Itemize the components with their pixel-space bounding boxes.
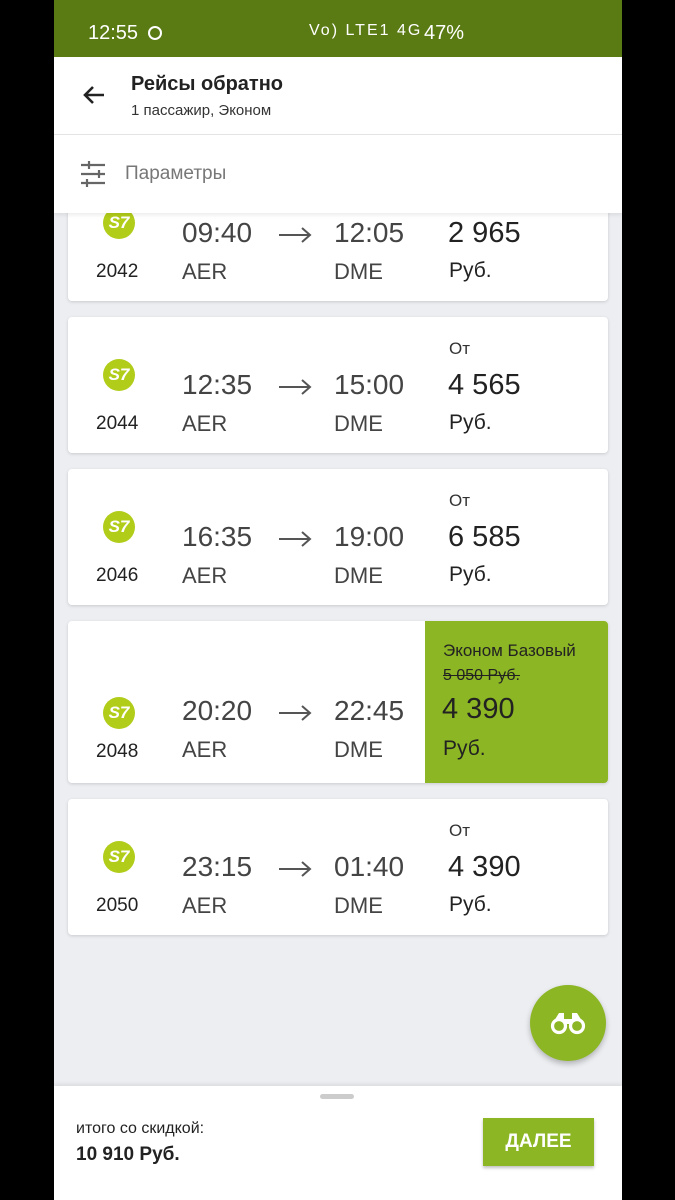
airline-logo: S7 [103, 697, 135, 729]
arrival-airport: DME [334, 563, 383, 588]
old-price: 5 050 Руб. [443, 667, 520, 684]
summary-panel: итого со скидкой: 10 910 Руб. ДАЛЕЕ [54, 1086, 622, 1200]
flight-number: 2046 [96, 565, 139, 586]
battery-level: 47% [424, 22, 465, 44]
departure-airport: AER [182, 259, 228, 284]
departure-airport: AER [182, 737, 228, 762]
sliders-icon [81, 161, 105, 187]
status-indicators: Vo) LTE1 4G [309, 22, 423, 39]
price: 6 585 [448, 521, 521, 553]
price-from-label: От [449, 339, 471, 358]
app-screen: 12:55 Vo) LTE1 4G 47% Рейсы обратно 1 па… [54, 0, 622, 1200]
arrival-time: 12:05 [334, 217, 405, 248]
departure-time: 09:40 [182, 217, 253, 248]
sync-icon [148, 26, 162, 40]
app-header: Рейсы обратно 1 пассажир, Эконом [54, 57, 622, 135]
flight-card-selected[interactable]: S7 2048 20:20 22:45 AER DME Эконом Базов… [68, 621, 608, 783]
airline-logo: S7 [103, 359, 135, 391]
total-label: итого со скидкой: [76, 1120, 205, 1137]
arrival-time: 19:00 [334, 521, 405, 552]
fare-name: Эконом Базовый [443, 641, 576, 660]
departure-time: 12:35 [182, 369, 253, 400]
flight-card[interactable]: S7 2042 09:40 12:05 AER DME 2 965 Руб. [68, 213, 608, 301]
price: 2 965 [448, 217, 521, 249]
selected-fare-block[interactable]: Эконом Базовый 5 050 Руб. 4 390 Руб. [425, 621, 608, 783]
filter-label: Параметры [125, 163, 227, 184]
arrival-airport: DME [334, 737, 383, 762]
flight-number: 2050 [96, 895, 139, 916]
next-button[interactable]: ДАЛЕЕ [483, 1118, 594, 1166]
drag-handle[interactable] [320, 1094, 354, 1099]
departure-time: 23:15 [182, 851, 253, 882]
departure-time: 16:35 [182, 521, 253, 552]
arrival-airport: DME [334, 411, 383, 436]
total-value: 10 910 Руб. [76, 1144, 180, 1165]
departure-airport: AER [182, 563, 228, 588]
airline-logo: S7 [103, 213, 135, 239]
currency: Руб. [449, 411, 492, 434]
status-bar: 12:55 Vo) LTE1 4G 47% [54, 0, 622, 57]
arrival-airport: DME [334, 259, 383, 284]
price-from-label: От [449, 491, 471, 510]
departure-time: 20:20 [182, 695, 253, 726]
flight-card[interactable]: S7 2044 12:35 15:00 AER DME От 4 565 Руб… [68, 317, 608, 453]
currency: Руб. [449, 893, 492, 916]
airline-logo: S7 [103, 841, 135, 873]
flight-number: 2048 [96, 741, 139, 762]
arrival-airport: DME [334, 893, 383, 918]
airline-logo: S7 [103, 511, 135, 543]
departure-airport: AER [182, 893, 228, 918]
arrow-right-icon [279, 227, 312, 243]
arrow-right-icon [279, 379, 312, 395]
arrow-left-icon[interactable] [80, 81, 108, 109]
arrow-right-icon [279, 861, 312, 877]
currency: Руб. [443, 737, 486, 760]
filter-bar[interactable]: Параметры [54, 135, 622, 213]
currency: Руб. [449, 563, 492, 586]
search-fab[interactable] [530, 985, 606, 1061]
arrival-time: 22:45 [334, 695, 405, 726]
arrow-right-icon [279, 705, 312, 721]
flight-number: 2044 [96, 413, 139, 434]
price: 4 390 [448, 851, 521, 883]
arrow-right-icon [279, 531, 312, 547]
status-time: 12:55 [88, 22, 139, 44]
page-title: Рейсы обратно [131, 73, 284, 95]
flight-card[interactable]: S7 2046 16:35 19:00 AER DME От 6 585 Руб… [68, 469, 608, 605]
flight-card[interactable]: S7 2050 23:15 01:40 AER DME От 4 390 Руб… [68, 799, 608, 935]
binoculars-icon [550, 1013, 586, 1035]
arrival-time: 01:40 [334, 851, 405, 882]
departure-airport: AER [182, 411, 228, 436]
flight-number: 2042 [96, 261, 139, 282]
price: 4 565 [448, 369, 521, 401]
price-from-label: От [449, 821, 471, 840]
arrival-time: 15:00 [334, 369, 405, 400]
page-subtitle: 1 пассажир, Эконом [131, 102, 272, 119]
currency: Руб. [449, 259, 492, 282]
flight-list[interactable]: S7 2042 09:40 12:05 AER DME 2 965 Руб. S… [54, 213, 622, 1086]
price: 4 390 [442, 693, 515, 725]
